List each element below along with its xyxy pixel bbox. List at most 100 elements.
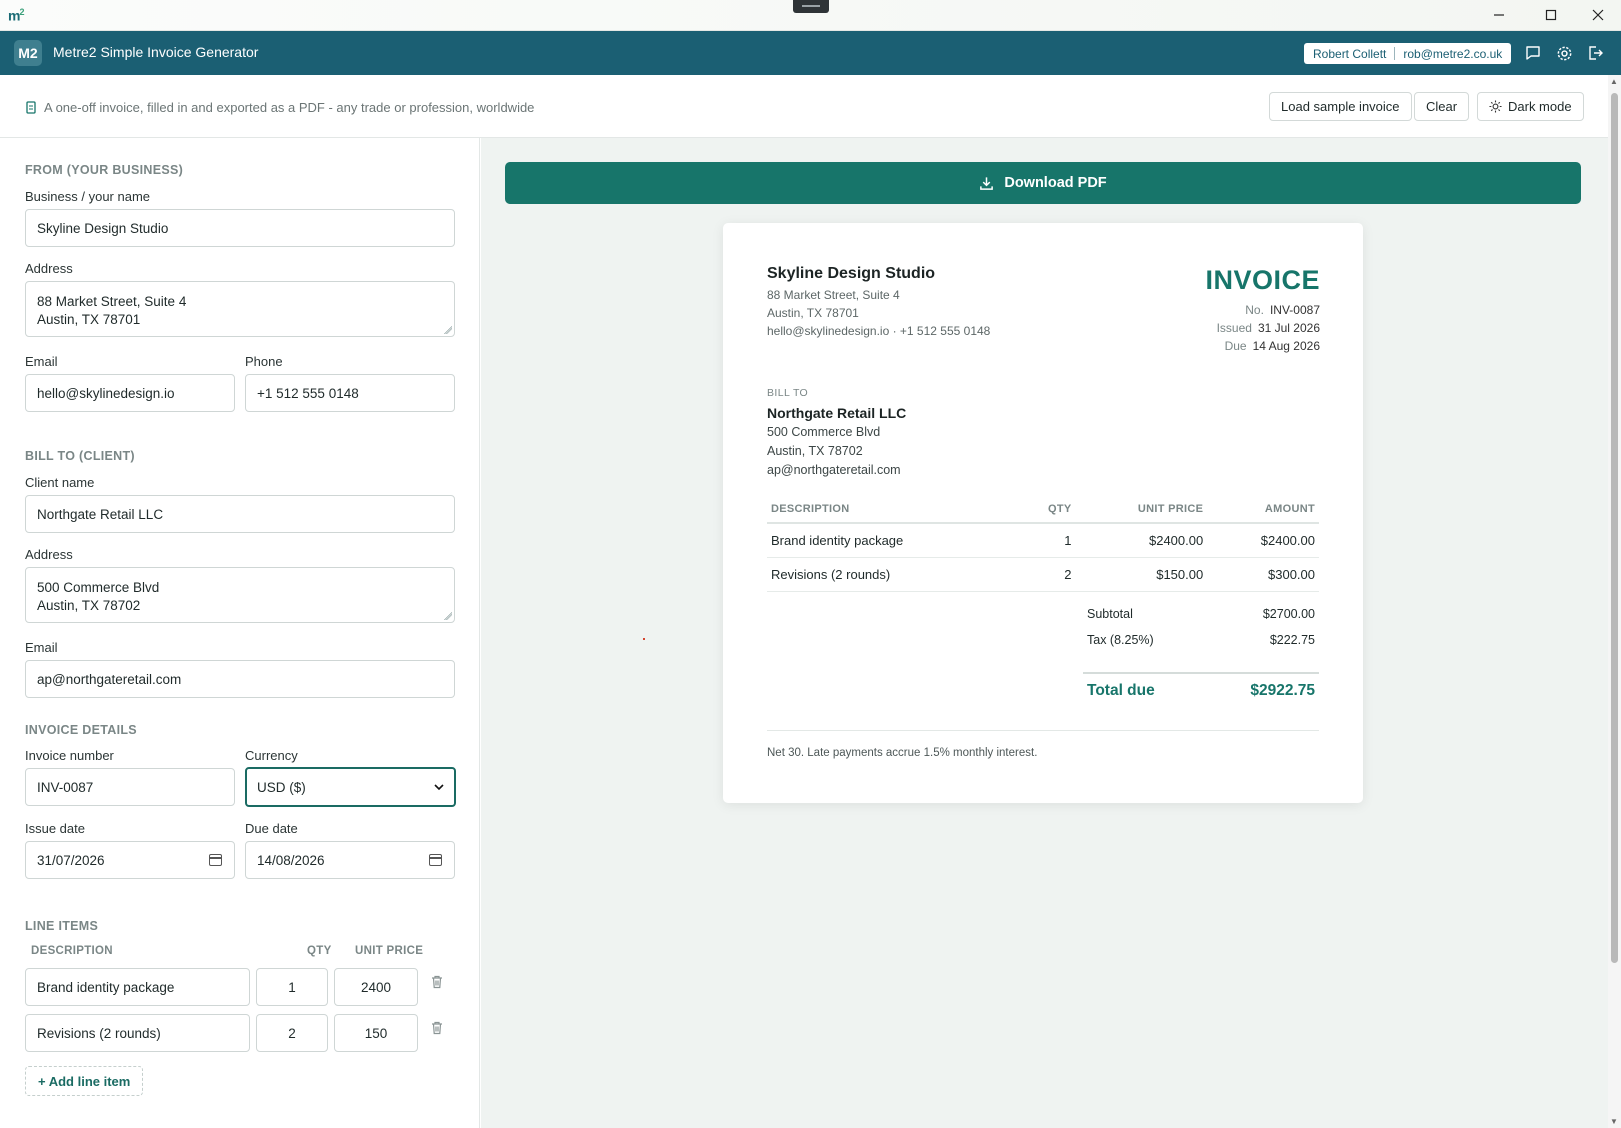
due-date-input[interactable]: 14/08/2026 [245, 841, 455, 879]
notes-divider [767, 730, 1319, 731]
tagline: A one-off invoice, filled in and exporte… [26, 100, 534, 115]
app-badge: M2 [14, 40, 42, 66]
line-item-qty-input[interactable]: 1 [256, 968, 328, 1006]
business-email-label: Email [25, 354, 58, 369]
tagline-text: A one-off invoice, filled in and exporte… [44, 100, 535, 115]
cell-unit-price: $2400.00 [1075, 523, 1208, 558]
minimize-icon [1494, 14, 1504, 16]
load-sample-button[interactable]: Load sample invoice [1269, 92, 1412, 121]
download-label: Download PDF [1004, 175, 1107, 191]
preview-business-address-2: Austin, TX 78701 [767, 306, 859, 320]
cell-qty: 2 [1018, 557, 1076, 592]
sun-icon [1489, 100, 1502, 113]
col-unit-price: UNIT PRICE [355, 945, 424, 957]
preview-invoice-number: No. INV-0087 [1245, 303, 1320, 317]
dark-mode-button[interactable]: Dark mode [1477, 92, 1584, 121]
page-scrollbar[interactable]: ▲ ▼ [1608, 75, 1621, 1128]
cell-description: Revisions (2 rounds) [767, 557, 1019, 592]
cell-qty: 1 [1018, 523, 1076, 558]
col-qty: QTY [307, 945, 332, 957]
preview-business-contact: hello@skylinedesign.io · +1 512 555 0148 [767, 324, 991, 338]
table-row: Revisions (2 rounds) 2 $150.00 $300.00 [767, 557, 1319, 592]
preview-client-address-2: Austin, TX 78702 [767, 444, 863, 458]
business-address-input[interactable]: 88 Market Street, Suite 4 Austin, TX 7870… [25, 281, 455, 337]
section-line-items: LINE ITEMS [25, 919, 99, 933]
feedback-button[interactable] [1522, 42, 1544, 64]
business-phone-input[interactable]: +1 512 555 0148 [245, 374, 455, 412]
client-email-input[interactable]: ap@northgateretail.com [25, 660, 455, 698]
line-item-description-input[interactable]: Revisions (2 rounds) [25, 1014, 250, 1052]
tax-label: Tax (8.25%) [1087, 633, 1154, 647]
currency-label: Currency [245, 748, 298, 763]
download-pdf-button[interactable]: Download PDF [505, 162, 1581, 204]
user-name: Robert Collett [1313, 46, 1387, 61]
th-unit-price: UNIT PRICE [1075, 495, 1208, 524]
close-icon [1592, 9, 1604, 21]
cursor-dot [643, 638, 645, 640]
preview-bill-to-label: BILL TO [767, 387, 809, 399]
due-date-label: Due date [245, 821, 298, 836]
scroll-up-icon[interactable]: ▲ [1610, 77, 1618, 86]
business-name-input[interactable]: Skyline Design Studio [25, 209, 455, 247]
cell-amount: $300.00 [1207, 557, 1319, 592]
chat-icon [1526, 46, 1540, 60]
preview-client-name: Northgate Retail LLC [767, 405, 907, 421]
logout-button[interactable] [1584, 42, 1606, 64]
cell-description: Brand identity package [767, 523, 1019, 558]
minimize-button[interactable] [1481, 4, 1517, 26]
preview-line-items-table: DESCRIPTION QTY UNIT PRICE AMOUNT Brand … [767, 495, 1319, 592]
cell-unit-price: $150.00 [1075, 557, 1208, 592]
preview-due-date: Due 14 Aug 2026 [1224, 339, 1320, 353]
preview-client-email: ap@northgateretail.com [767, 463, 901, 477]
currency-select[interactable]: USD ($) [245, 767, 456, 807]
maximize-icon [1545, 9, 1557, 21]
issue-date-label: Issue date [25, 821, 85, 836]
subtotal-label: Subtotal [1087, 607, 1133, 621]
section-from: FROM (YOUR BUSINESS) [25, 163, 184, 177]
user-email: rob@metre2.co.uk [1403, 46, 1503, 61]
business-address-label: Address [25, 261, 73, 276]
invoice-number-input[interactable]: INV-0087 [25, 768, 235, 806]
th-amount: AMOUNT [1207, 495, 1319, 524]
line-item-description-input[interactable]: Brand identity package [25, 968, 250, 1006]
close-button[interactable] [1580, 4, 1616, 26]
calendar-icon[interactable] [209, 854, 222, 866]
invoice-form: FROM (YOUR BUSINESS) Business / your nam… [0, 138, 480, 1128]
preview-business-name: Skyline Design Studio [767, 265, 936, 282]
cell-amount: $2400.00 [1207, 523, 1319, 558]
line-item-price-input[interactable]: 2400 [334, 968, 418, 1006]
scrollbar-thumb[interactable] [1611, 93, 1618, 963]
table-header-row: DESCRIPTION QTY UNIT PRICE AMOUNT [767, 495, 1319, 524]
currency-value: USD ($) [257, 779, 306, 795]
issue-date-input[interactable]: 31/07/2026 [25, 841, 235, 879]
preview-client-address-1: 500 Commerce Blvd [767, 425, 881, 439]
user-pill[interactable]: Robert Collett rob@metre2.co.uk [1304, 43, 1512, 64]
clear-button[interactable]: Clear [1414, 92, 1470, 121]
window-drag-handle[interactable] [793, 0, 829, 13]
line-item-price-input[interactable]: 150 [334, 1014, 418, 1052]
logout-icon [1589, 46, 1603, 60]
maximize-button[interactable] [1533, 4, 1569, 26]
scroll-down-icon[interactable]: ▼ [1610, 1117, 1618, 1126]
add-line-item-button[interactable]: + Add line item [25, 1066, 144, 1096]
calendar-icon[interactable] [429, 854, 442, 866]
trash-icon[interactable] [429, 974, 445, 990]
business-email-input[interactable]: hello@skylinedesign.io [25, 374, 235, 412]
download-icon [980, 176, 994, 190]
invoice-heading: INVOICE [1205, 265, 1320, 295]
trash-icon[interactable] [429, 1020, 445, 1036]
toolbar: A one-off invoice, filled in and exporte… [0, 75, 1608, 138]
line-item-qty-input[interactable]: 2 [256, 1014, 328, 1052]
totals-divider [1083, 672, 1319, 674]
client-name-input[interactable]: Northgate Retail LLC [25, 495, 455, 533]
client-address-input[interactable]: 500 Commerce Blvd Austin, TX 78702 [25, 567, 455, 623]
preview-issued-date: Issued 31 Jul 2026 [1216, 321, 1320, 335]
settings-button[interactable] [1553, 42, 1575, 64]
gear-icon [1557, 46, 1571, 60]
app-logo: m2 [8, 7, 24, 24]
dark-mode-label: Dark mode [1508, 99, 1572, 114]
chevron-down-icon [434, 783, 444, 790]
app-header: M2 Metre2 Simple Invoice Generator Rober… [0, 31, 1621, 75]
total-due-row: Total due $2922.75 [1083, 682, 1319, 700]
subtotal-value: $2700.00 [1262, 607, 1315, 621]
